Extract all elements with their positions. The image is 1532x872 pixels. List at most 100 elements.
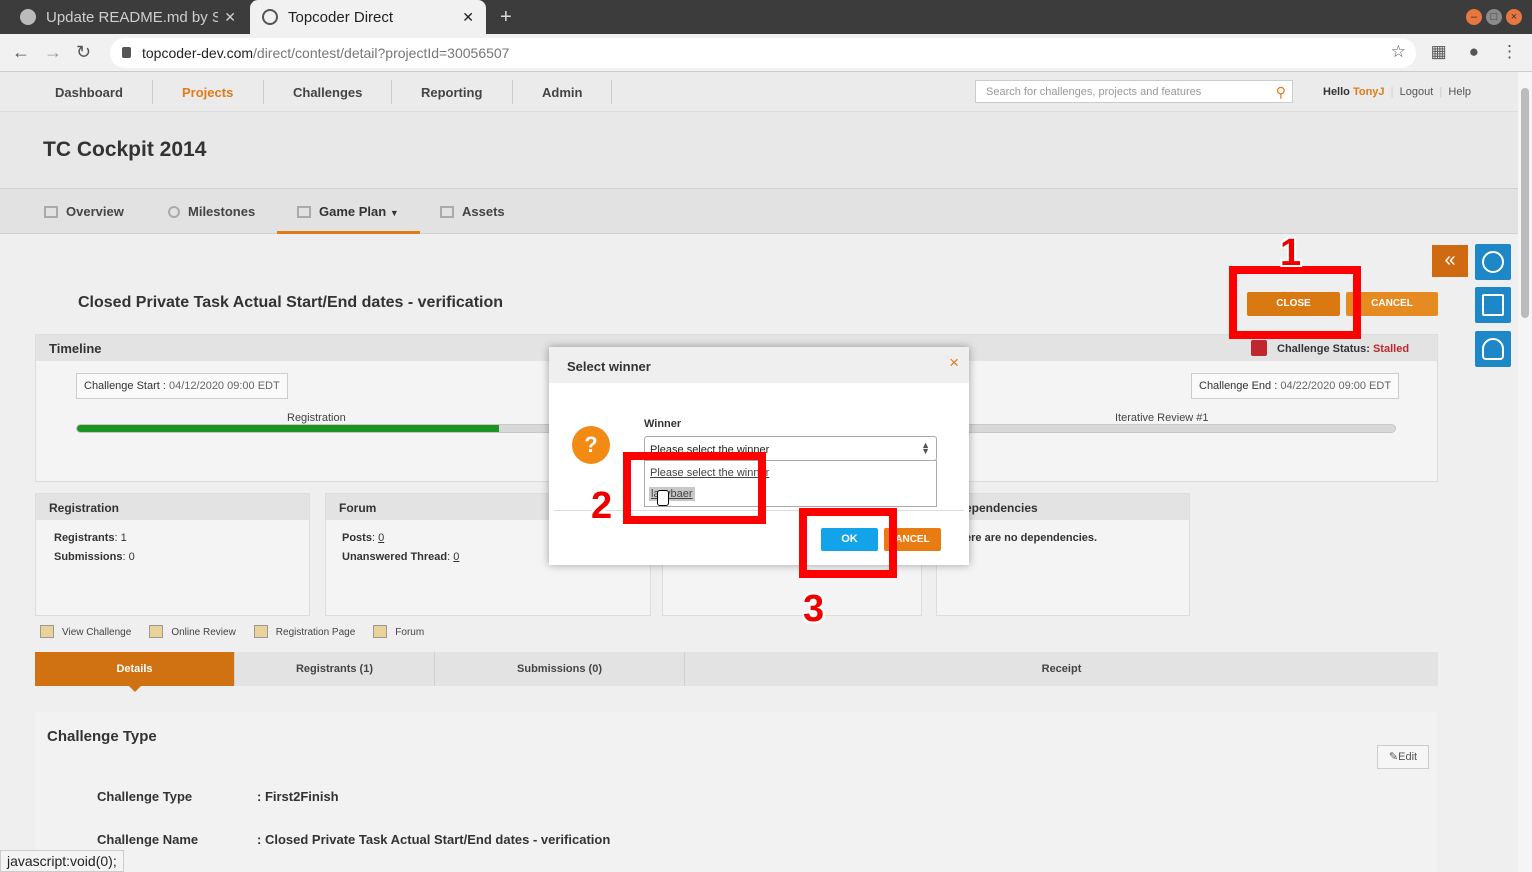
registration-box: Registration Registrants: 1 Submissions:… <box>35 493 310 616</box>
unanswered-label: Unanswered Thread <box>342 551 448 563</box>
tab-registrants[interactable]: Registrants (1) <box>235 652 435 686</box>
tab-details[interactable]: Details <box>35 652 235 692</box>
nav-challenges[interactable]: Challenges <box>293 85 362 100</box>
browser-tab-readme[interactable]: Update README.md by S ✕ <box>8 0 248 34</box>
row-label: Challenge Name <box>97 832 199 847</box>
folder-icon <box>440 206 454 218</box>
dependencies-header: ependencies <box>937 494 1189 520</box>
registration-page-link[interactable]: Registration Page <box>253 625 356 638</box>
user-links: Hello TonyJ | Logout | Help <box>1323 86 1472 98</box>
end-label: Challenge End : <box>1199 380 1278 392</box>
link-label: Registration Page <box>275 627 356 638</box>
challenge-status: Challenge Status: Stalled <box>1251 340 1409 356</box>
phase-registration: Registration <box>287 412 346 424</box>
profile-icon[interactable]: ● <box>1469 42 1479 62</box>
maximize-icon[interactable]: □ <box>1486 9 1502 25</box>
tab-overview[interactable]: Overview <box>44 204 124 219</box>
nav-admin[interactable]: Admin <box>542 85 582 100</box>
document-button[interactable] <box>1475 287 1511 323</box>
page-scrollbar[interactable] <box>1518 72 1532 872</box>
nav-projects[interactable]: Projects <box>182 85 233 100</box>
nav-divider <box>391 80 392 104</box>
challenge-end-box: Challenge End : 04/22/2020 09:00 EDT <box>1191 373 1400 399</box>
collapse-panel-button[interactable]: « <box>1432 245 1468 277</box>
bookmark-star-icon[interactable]: ☆ <box>1391 42 1406 62</box>
question-icon: ? <box>572 426 610 464</box>
tab-label: Overview <box>66 204 124 219</box>
extension-icon[interactable]: ▦ <box>1431 42 1447 62</box>
pin-icon <box>168 206 180 218</box>
project-header: TC Cockpit 2014 <box>0 112 1518 188</box>
online-review-link[interactable]: Online Review <box>149 625 236 638</box>
registration-header: Registration <box>36 494 309 520</box>
view-challenge-link[interactable]: View Challenge <box>40 625 131 638</box>
window-controls: – □ × <box>1466 9 1522 25</box>
hello-label: Hello <box>1323 86 1350 98</box>
select-arrows-icon: ▲ ▼ <box>921 440 930 456</box>
row-value: : First2Finish <box>257 789 339 804</box>
dialog-close-icon[interactable]: × <box>949 353 959 373</box>
annotation-box-3 <box>799 508 897 578</box>
tab-assets[interactable]: Assets <box>440 204 505 219</box>
submissions-label: Submissions <box>54 551 123 563</box>
active-tab-underline <box>277 231 420 234</box>
posts-link[interactable]: 0 <box>378 532 384 544</box>
url-field[interactable]: topcoder-dev.com/direct/contest/detail?p… <box>110 38 1416 68</box>
challenge-title: Closed Private Task Actual Start/End dat… <box>78 294 504 311</box>
link-label: Online Review <box>171 627 236 638</box>
tab-close-icon[interactable]: ✕ <box>224 9 236 26</box>
search-placeholder: Search for challenges, projects and feat… <box>986 86 1202 98</box>
scrollbar-thumb[interactable] <box>1521 88 1529 318</box>
window-close-icon[interactable]: × <box>1506 9 1522 25</box>
review-icon <box>149 625 164 638</box>
edit-page-icon <box>253 625 268 638</box>
project-subnav: Overview Milestones Game Plan ▼ Assets <box>0 188 1518 234</box>
steering-wheel-icon <box>1482 251 1504 273</box>
nav-dashboard[interactable]: Dashboard <box>55 85 123 100</box>
forum-link[interactable]: Forum <box>373 625 424 638</box>
edit-label: Edit <box>1398 751 1418 763</box>
tab-label: Game Plan <box>319 204 387 219</box>
unanswered-link[interactable]: 0 <box>453 551 459 563</box>
detail-tabs: Details Registrants (1) Submissions (0) … <box>35 652 1438 692</box>
forward-icon[interactable]: → <box>44 42 62 63</box>
end-value: 04/22/2020 09:00 EDT <box>1280 380 1392 392</box>
registrants-count: : 1 <box>114 532 127 544</box>
submissions-count: : 0 <box>122 551 135 563</box>
dialog-title: Select winner <box>549 347 969 383</box>
nav-reporting[interactable]: Reporting <box>421 85 482 100</box>
tab-label: Topcoder Direct <box>288 8 394 26</box>
rocket-icon <box>1482 338 1504 360</box>
search-input[interactable]: Search for challenges, projects and feat… <box>975 80 1293 103</box>
tab-milestones[interactable]: Milestones <box>168 204 255 219</box>
help-link[interactable]: Help <box>1448 86 1471 98</box>
row-value: : Closed Private Task Actual Start/End d… <box>257 832 611 847</box>
challenge-start-box: Challenge Start : 04/12/2020 09:00 EDT <box>76 373 288 399</box>
username-link[interactable]: TonyJ <box>1353 86 1385 98</box>
minimize-icon[interactable]: – <box>1466 9 1482 25</box>
page-title: TC Cockpit 2014 <box>43 138 207 161</box>
list-icon <box>44 206 58 218</box>
tab-label: Update README.md by S <box>46 8 219 26</box>
tab-receipt[interactable]: Receipt <box>685 652 1438 686</box>
caret-down-icon: ▼ <box>389 208 399 218</box>
menu-kebab-icon[interactable]: ⋮ <box>1501 42 1518 62</box>
annotation-box-1 <box>1229 266 1361 339</box>
annotation-number-3: 3 <box>803 588 825 630</box>
link-label: Forum <box>395 627 425 638</box>
edit-button[interactable]: ✎Edit <box>1377 745 1429 769</box>
search-icon[interactable]: ⚲ <box>1276 84 1286 101</box>
browser-tab-topcoder[interactable]: Topcoder Direct ✕ <box>250 0 486 34</box>
back-icon[interactable]: ← <box>12 42 30 63</box>
tab-game-plan[interactable]: Game Plan ▼ <box>297 204 399 219</box>
tab-close-icon[interactable]: ✕ <box>462 9 474 26</box>
detail-row: Challenge Type: First2Finish <box>97 789 339 804</box>
reload-icon[interactable]: ↻ <box>76 42 91 63</box>
logout-link[interactable]: Logout <box>1400 86 1434 98</box>
steering-wheel-button[interactable] <box>1475 244 1511 280</box>
new-tab-icon[interactable]: + <box>500 6 512 29</box>
tab-submissions[interactable]: Submissions (0) <box>435 652 685 686</box>
dependencies-box: ependencies ere are no dependencies. <box>936 493 1190 616</box>
browser-tab-bar: Update README.md by S ✕ Topcoder Direct … <box>0 0 1532 34</box>
rocket-button[interactable] <box>1475 331 1511 367</box>
